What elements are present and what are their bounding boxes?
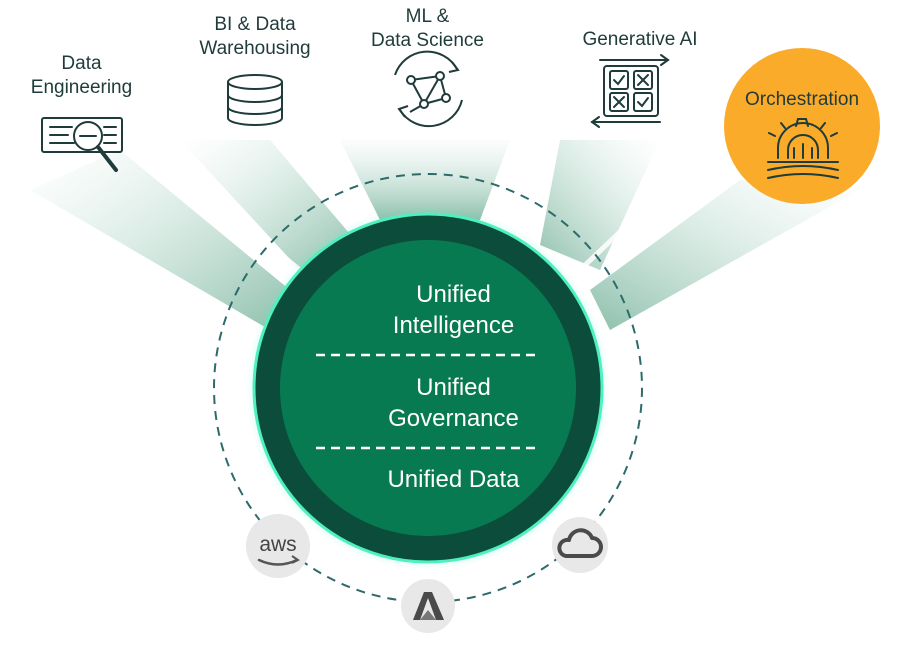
label-line: Orchestration xyxy=(744,89,860,110)
category-label-orchestration: Orchestration xyxy=(722,88,882,112)
label-line: Data Science xyxy=(370,30,484,51)
label-line: Warehousing xyxy=(199,38,311,59)
category-label-generative-ai: Generative AI xyxy=(560,28,720,52)
azure-badge xyxy=(401,579,455,633)
layer-unified-intelligence: Unified Intelligence xyxy=(0,279,907,341)
label-line: Engineering xyxy=(30,77,133,98)
generative-ai-icon xyxy=(590,54,670,128)
label-line: Data xyxy=(61,53,102,74)
layer-unified-data: Unified Data xyxy=(0,464,907,495)
layer-line: Unified xyxy=(416,281,491,308)
layer-unified-governance: Unified Governance xyxy=(0,372,907,434)
aws-logo-icon: aws xyxy=(259,533,296,556)
label-line: BI & Data xyxy=(214,14,296,35)
category-label-ml-data-science: ML & Data Science xyxy=(350,5,505,53)
category-label-data-engineering: Data Engineering xyxy=(4,52,159,100)
network-icon xyxy=(394,50,463,128)
google-cloud-badge xyxy=(552,517,608,573)
data-engineering-icon xyxy=(41,117,123,172)
database-icon xyxy=(227,74,283,126)
aws-badge: aws xyxy=(246,514,310,578)
label-line: Generative AI xyxy=(582,29,698,50)
layer-line: Unified Data xyxy=(387,466,520,493)
layer-line: Intelligence xyxy=(392,312,515,339)
orchestration-highlight xyxy=(724,48,880,204)
category-label-bi-warehousing: BI & Data Warehousing xyxy=(180,13,330,61)
label-line: ML & xyxy=(405,6,450,27)
layer-line: Unified xyxy=(416,374,491,401)
platform-diagram: aws Data Engineering BI & Data Warehousi… xyxy=(0,0,907,647)
layer-line: Governance xyxy=(388,405,519,432)
